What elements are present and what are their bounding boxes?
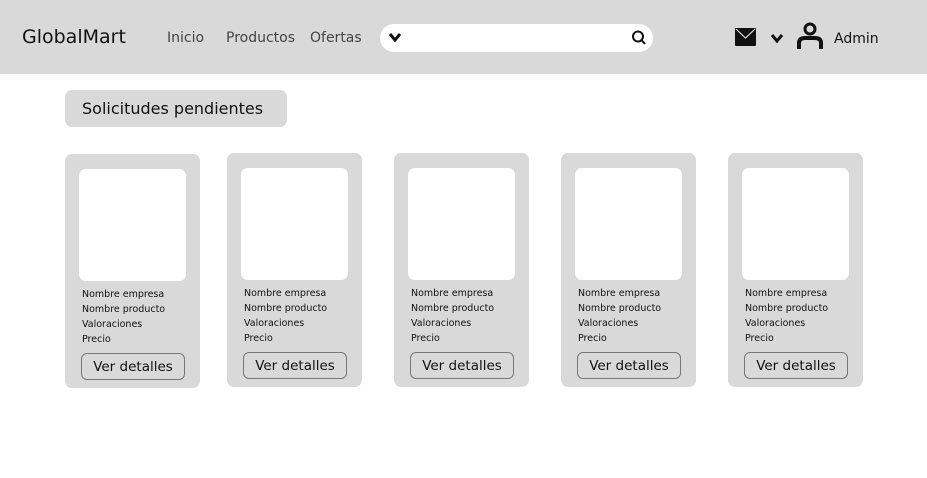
section-title: Solicitudes pendientes <box>65 90 287 127</box>
ratings: Valoraciones <box>82 319 143 330</box>
nav-inicio[interactable]: Inicio <box>167 30 204 46</box>
company-name: Nombre empresa <box>411 288 494 299</box>
nav-productos[interactable]: Productos <box>226 30 295 46</box>
company-name: Nombre empresa <box>244 288 327 299</box>
company-name: Nombre empresa <box>82 289 165 300</box>
user-icon[interactable] <box>796 22 824 50</box>
ratings: Valoraciones <box>411 318 472 329</box>
request-card: Nombre empresa Nombre producto Valoracio… <box>394 153 529 387</box>
request-card: Nombre empresa Nombre producto Valoracio… <box>227 153 362 387</box>
view-details-button[interactable]: Ver detalles <box>243 352 347 379</box>
product-name: Nombre producto <box>745 303 829 314</box>
user-name[interactable]: Admin <box>834 31 879 47</box>
product-name: Nombre producto <box>244 303 328 314</box>
company-name: Nombre empresa <box>578 288 661 299</box>
ratings: Valoraciones <box>244 318 305 329</box>
company-name: Nombre empresa <box>745 288 828 299</box>
product-image-placeholder <box>79 169 186 281</box>
product-image-placeholder <box>241 168 348 280</box>
chevron-down-icon[interactable] <box>388 29 402 45</box>
search-bar[interactable] <box>380 24 653 52</box>
price: Precio <box>578 333 607 344</box>
request-card: Nombre empresa Nombre producto Valoracio… <box>65 154 200 388</box>
product-image-placeholder <box>408 168 515 280</box>
product-image-placeholder <box>742 168 849 280</box>
chevron-down-icon[interactable] <box>770 31 784 45</box>
product-name: Nombre producto <box>411 303 495 314</box>
search-icon[interactable] <box>631 29 647 47</box>
ratings: Valoraciones <box>745 318 806 329</box>
price: Precio <box>745 333 774 344</box>
request-card: Nombre empresa Nombre producto Valoracio… <box>561 153 696 387</box>
price: Precio <box>411 333 440 344</box>
product-name: Nombre producto <box>578 303 662 314</box>
mail-icon[interactable] <box>735 28 756 46</box>
request-card: Nombre empresa Nombre producto Valoracio… <box>728 153 863 387</box>
product-name: Nombre producto <box>82 304 166 315</box>
view-details-button[interactable]: Ver detalles <box>410 352 514 379</box>
price: Precio <box>82 334 111 345</box>
product-image-placeholder <box>575 168 682 280</box>
nav-ofertas[interactable]: Ofertas <box>310 30 362 46</box>
logo[interactable]: GlobalMart <box>22 26 126 48</box>
ratings: Valoraciones <box>578 318 639 329</box>
view-details-button[interactable]: Ver detalles <box>577 352 681 379</box>
header: GlobalMart Inicio Productos Ofertas Admi… <box>0 0 927 74</box>
view-details-button[interactable]: Ver detalles <box>81 353 185 380</box>
price: Precio <box>244 333 273 344</box>
view-details-button[interactable]: Ver detalles <box>744 352 848 379</box>
